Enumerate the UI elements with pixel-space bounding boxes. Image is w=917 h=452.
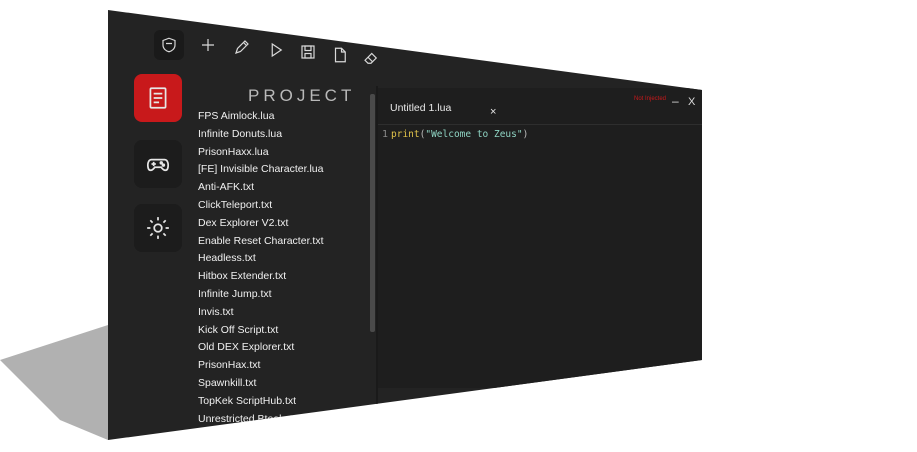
minimize-button[interactable]: – [672, 94, 679, 108]
save-icon [301, 45, 315, 59]
code-line[interactable]: print("Welcome to Zeus") [391, 129, 528, 140]
list-item[interactable]: Infinite Jump.txt [198, 286, 368, 304]
project-title: PROJECT [248, 86, 356, 105]
file-icon [334, 47, 346, 63]
list-item[interactable]: TopKek ScriptHub.txt [198, 393, 368, 411]
list-item[interactable]: Kick Off Script.txt [198, 322, 368, 340]
gamepad-icon [146, 158, 170, 172]
document-icon [149, 87, 167, 109]
line-number: 1 [382, 129, 389, 140]
list-item[interactable]: [FE] Invisible Character.lua [198, 161, 368, 179]
code-keyword: print [391, 129, 420, 140]
list-item[interactable]: FPS Aimlock.lua [198, 108, 368, 126]
list-item[interactable]: ClickTeleport.txt [198, 197, 368, 215]
execute-button[interactable] [262, 36, 290, 64]
list-item[interactable]: PrisonHaxx.lua [198, 144, 368, 162]
edit-button[interactable] [228, 33, 256, 61]
clear-button[interactable] [357, 44, 385, 72]
open-file-button[interactable] [326, 41, 354, 69]
code-string: "Welcome to Zeus" [425, 129, 523, 140]
injection-status: Not Injected [634, 96, 667, 102]
eraser-icon [364, 52, 378, 64]
list-item[interactable]: Hitbox Extender.txt [198, 268, 368, 286]
list-item[interactable]: Anti-AFK.txt [198, 179, 368, 197]
list-item[interactable]: Enable Reset Character.txt [198, 233, 368, 251]
save-button[interactable] [294, 38, 322, 66]
plus-icon [202, 39, 214, 51]
file-list: FPS Aimlock.lua Infinite Donuts.lua Prison… [198, 108, 368, 428]
list-item[interactable]: Old DEX Explorer.txt [198, 339, 368, 357]
tab-untitled-1[interactable]: Untitled 1.lua [390, 102, 451, 114]
sidebar-item-settings[interactable] [134, 204, 182, 252]
sidebar-item-editor[interactable] [134, 74, 182, 122]
tab-strip-divider [378, 124, 702, 125]
play-icon [271, 42, 283, 58]
file-list-scrollbar[interactable] [370, 94, 375, 332]
pen-icon [235, 40, 249, 54]
gear-icon [147, 217, 169, 239]
close-button[interactable]: X [688, 96, 695, 108]
shield-icon [162, 37, 176, 53]
list-item[interactable]: Spawnkill.txt [198, 375, 368, 393]
list-item[interactable]: Dex Explorer V2.txt [198, 215, 368, 233]
shield-button[interactable] [154, 30, 184, 60]
list-item[interactable]: Infinite Donuts.lua [198, 126, 368, 144]
list-item[interactable]: Invis.txt [198, 304, 368, 322]
new-button[interactable] [194, 31, 222, 59]
sidebar-item-games[interactable] [134, 140, 182, 188]
list-item[interactable]: Headless.txt [198, 250, 368, 268]
code-close-paren: ) [522, 129, 529, 140]
tab-close-button[interactable]: × [490, 106, 496, 118]
list-item[interactable]: PrisonHax.txt [198, 357, 368, 375]
